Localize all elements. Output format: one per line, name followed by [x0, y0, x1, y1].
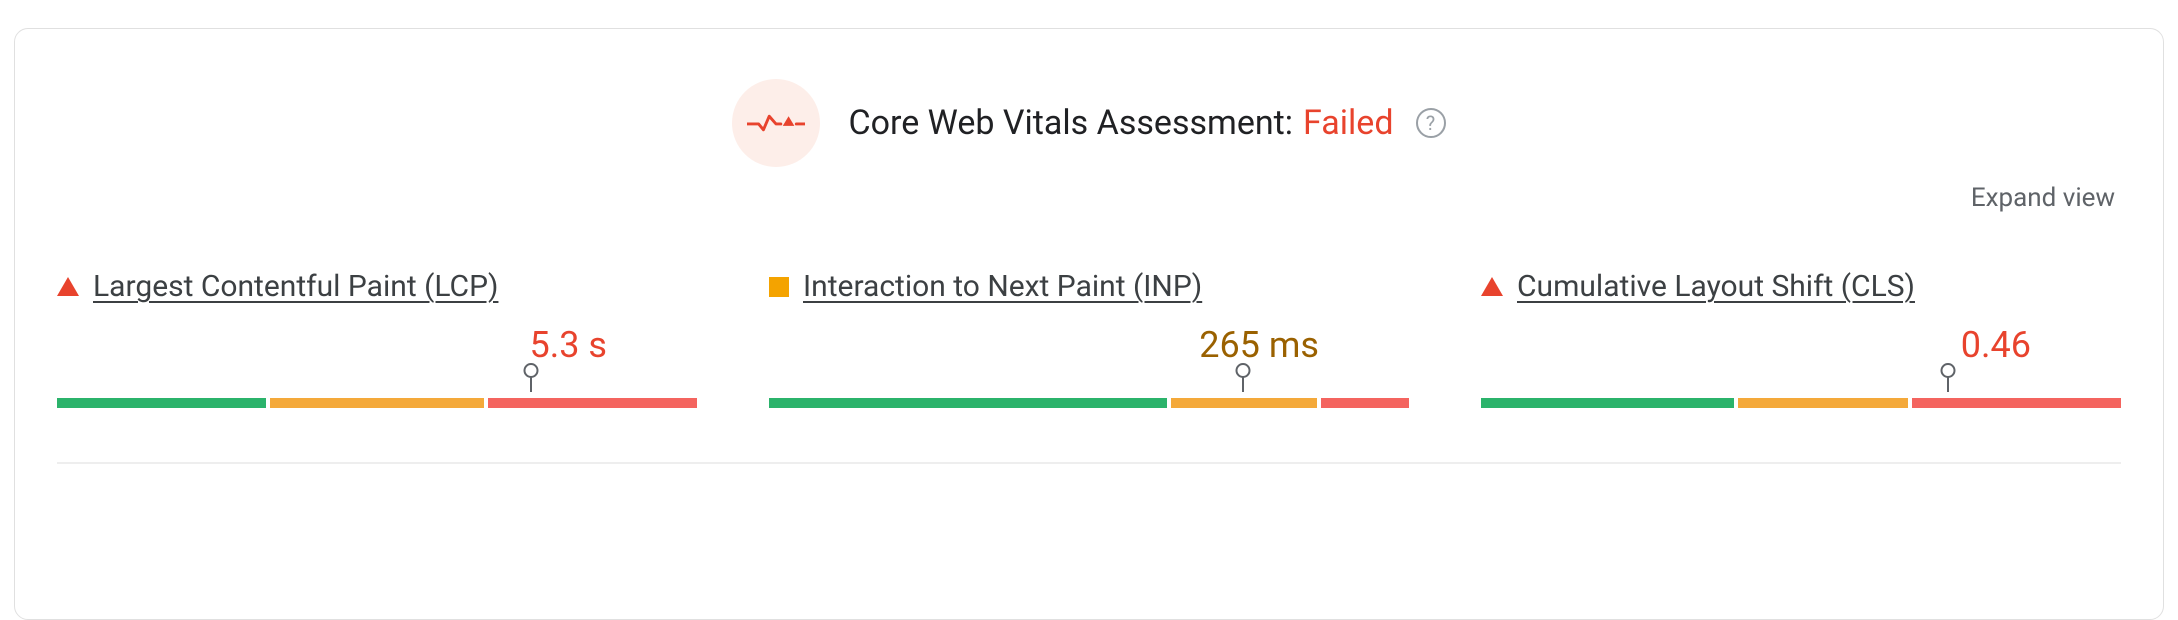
pulse-badge	[732, 79, 820, 167]
gauge-amber	[1738, 398, 1909, 408]
metric-lcp: Largest Contentful Paint (LCP) 5.3 s	[57, 269, 697, 408]
section-divider	[57, 462, 2121, 464]
gauge-marker	[530, 374, 532, 392]
expand-row: Expand view	[57, 175, 2121, 213]
gauge-red	[1912, 398, 2121, 408]
gauge-amber	[270, 398, 485, 408]
metric-cls-value: 0.46	[1481, 324, 2121, 366]
assessment-title: Core Web Vitals Assessment: Failed ?	[848, 103, 1445, 143]
metric-cls-label[interactable]: Cumulative Layout Shift (CLS)	[1517, 269, 1915, 304]
gauge-red	[488, 398, 697, 408]
metric-inp-gauge	[769, 380, 1409, 408]
gauge-marker	[1947, 374, 1949, 392]
metric-inp-label[interactable]: Interaction to Next Paint (INP)	[803, 269, 1202, 304]
gauge-amber	[1171, 398, 1316, 408]
fail-triangle-icon	[57, 277, 79, 296]
title-prefix: Core Web Vitals Assessment:	[848, 103, 1293, 143]
pulse-icon	[747, 110, 805, 136]
metric-inp: Interaction to Next Paint (INP) 265 ms	[769, 269, 1409, 408]
core-web-vitals-card: Core Web Vitals Assessment: Failed ? Exp…	[14, 28, 2164, 620]
assessment-status: Failed	[1303, 103, 1393, 143]
gauge-red	[1321, 398, 1409, 408]
gauge-marker	[1242, 374, 1244, 392]
gauge-green	[1481, 398, 1734, 408]
metrics-row: Largest Contentful Paint (LCP) 5.3 s Int…	[57, 269, 2121, 408]
help-icon[interactable]: ?	[1416, 108, 1446, 138]
metric-lcp-value: 5.3 s	[57, 324, 697, 366]
gauge-green	[769, 398, 1167, 408]
metric-lcp-gauge	[57, 380, 697, 408]
metric-lcp-label[interactable]: Largest Contentful Paint (LCP)	[93, 269, 498, 304]
gauge-green	[57, 398, 266, 408]
warn-square-icon	[769, 277, 789, 297]
fail-triangle-icon	[1481, 277, 1503, 296]
metric-cls-gauge	[1481, 380, 2121, 408]
metric-inp-value: 265 ms	[769, 324, 1409, 366]
assessment-header: Core Web Vitals Assessment: Failed ?	[57, 79, 2121, 167]
metric-cls: Cumulative Layout Shift (CLS) 0.46	[1481, 269, 2121, 408]
expand-view-link[interactable]: Expand view	[1971, 183, 2115, 213]
